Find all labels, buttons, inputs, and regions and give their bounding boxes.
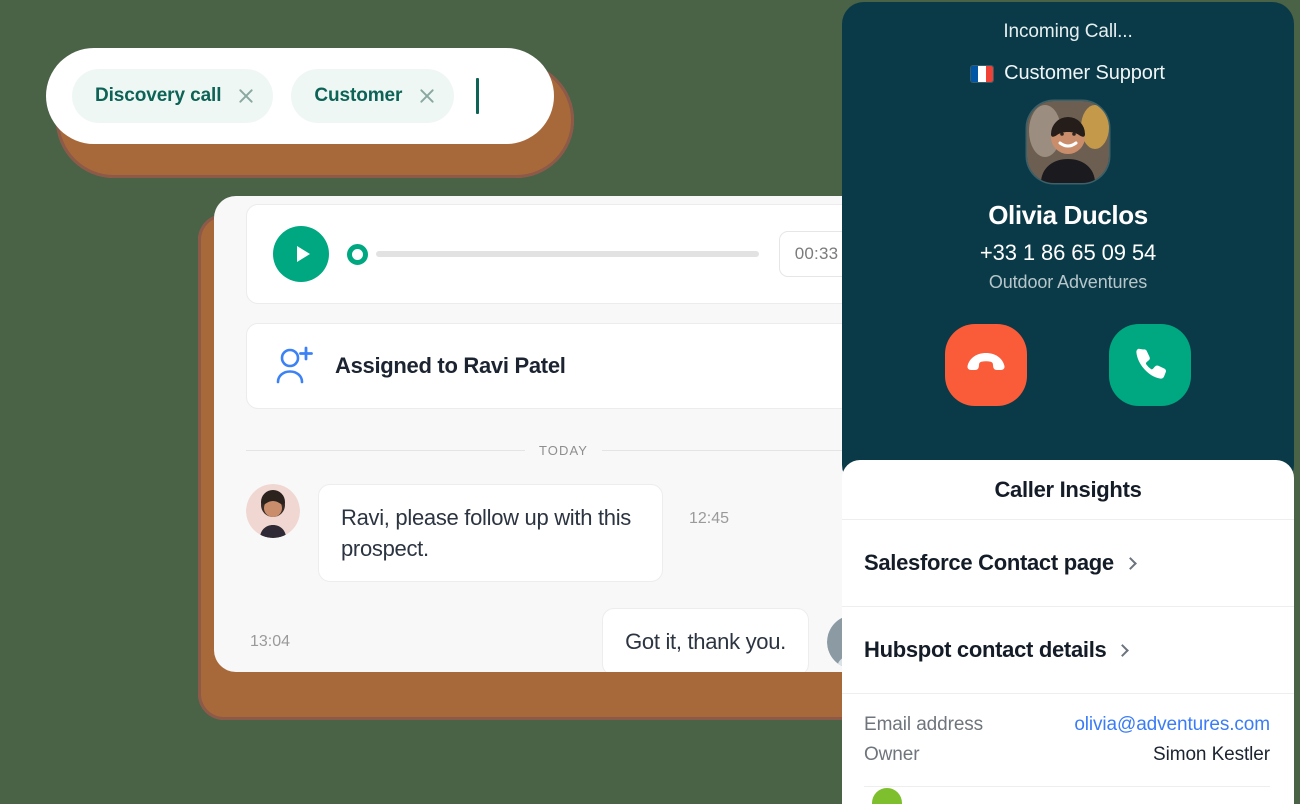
phone-answer-icon[interactable]: [1109, 324, 1191, 406]
message-timestamp: 12:45: [689, 510, 730, 527]
insight-field-owner: Owner Simon Kestler: [864, 744, 1270, 766]
tag-input-card[interactable]: Discovery call Customer: [46, 48, 554, 144]
close-icon[interactable]: [418, 87, 436, 105]
assigned-to-row[interactable]: Assigned to Ravi Patel: [246, 323, 881, 409]
insight-field-value: Simon Kestler: [1153, 744, 1270, 765]
audio-progress-slider[interactable]: [347, 242, 759, 266]
audio-progress-handle[interactable]: [347, 243, 368, 265]
message-row-outgoing: 13:04 Got it, thank you.: [246, 608, 881, 672]
divider-line-right: [602, 450, 881, 451]
insight-link-label: Salesforce Contact page: [864, 550, 1114, 575]
insight-link-label: Hubspot contact details: [864, 637, 1107, 662]
insight-link-hubspot[interactable]: Hubspot contact details: [842, 607, 1294, 694]
caller-company: Outdoor Adventures: [988, 272, 1148, 292]
chevron-right-icon[interactable]: [1123, 556, 1137, 570]
conversation-card: 00:33 Assigned to Ravi Patel TODAY Ravi,…: [214, 196, 913, 672]
tag-pill-customer[interactable]: Customer: [291, 69, 455, 123]
call-queue-label: Customer Support: [1004, 62, 1165, 84]
message-bubble: Got it, thank you.: [602, 608, 809, 672]
tag-pill-label: Discovery call: [95, 85, 222, 106]
avatar: [246, 484, 300, 538]
insight-field-key: Owner: [864, 744, 920, 765]
divider-line-left: [246, 450, 525, 451]
insight-field-key: Email address: [864, 714, 984, 735]
divider: [864, 786, 1270, 787]
avatar: [1027, 101, 1109, 183]
close-icon[interactable]: [237, 87, 255, 105]
date-divider: TODAY: [246, 443, 881, 458]
integration-badge-icon: [872, 788, 902, 804]
flag-france-icon: [971, 65, 994, 82]
phone-hangup-icon[interactable]: [945, 324, 1027, 406]
audio-progress-track[interactable]: [376, 251, 759, 257]
text-caret: [476, 78, 480, 114]
caller-insights-title: Caller Insights: [842, 460, 1294, 520]
insight-field-list: Email address olivia@adventures.com Owne…: [842, 694, 1294, 787]
play-triangle: [296, 246, 310, 262]
audio-duration-label: 00:33: [794, 244, 839, 263]
caller-insights-panel: Caller Insights Salesforce Contact page …: [842, 460, 1294, 804]
tag-pill-label: Customer: [314, 85, 403, 106]
incoming-call-panel: Incoming Call... Customer Support Olivia…: [842, 2, 1294, 487]
insight-field-email: Email address olivia@adventures.com: [864, 714, 1270, 736]
date-divider-label: TODAY: [538, 443, 589, 458]
message-timestamp: 13:04: [250, 633, 291, 651]
caller-name: Olivia Duclos: [988, 200, 1148, 230]
insight-link-salesforce[interactable]: Salesforce Contact page: [842, 520, 1294, 607]
tag-pill-discovery-call[interactable]: Discovery call: [72, 69, 274, 123]
call-status-label: Incoming Call...: [1003, 21, 1133, 42]
message-bubble: Ravi, please follow up with this prospec…: [318, 484, 663, 583]
insight-field-value[interactable]: olivia@adventures.com: [1074, 714, 1270, 736]
message-row-incoming: Ravi, please follow up with this prospec…: [246, 484, 881, 583]
audio-player: 00:33: [246, 204, 881, 304]
assigned-to-label: Assigned to Ravi Patel: [335, 353, 566, 378]
call-action-buttons: [842, 324, 1294, 406]
call-queue-row: Customer Support: [842, 62, 1294, 85]
chevron-right-icon[interactable]: [1116, 643, 1130, 657]
play-icon[interactable]: [273, 226, 329, 282]
add-user-icon: [273, 344, 317, 388]
caller-phone-number: +33 1 86 65 09 54: [979, 240, 1157, 265]
